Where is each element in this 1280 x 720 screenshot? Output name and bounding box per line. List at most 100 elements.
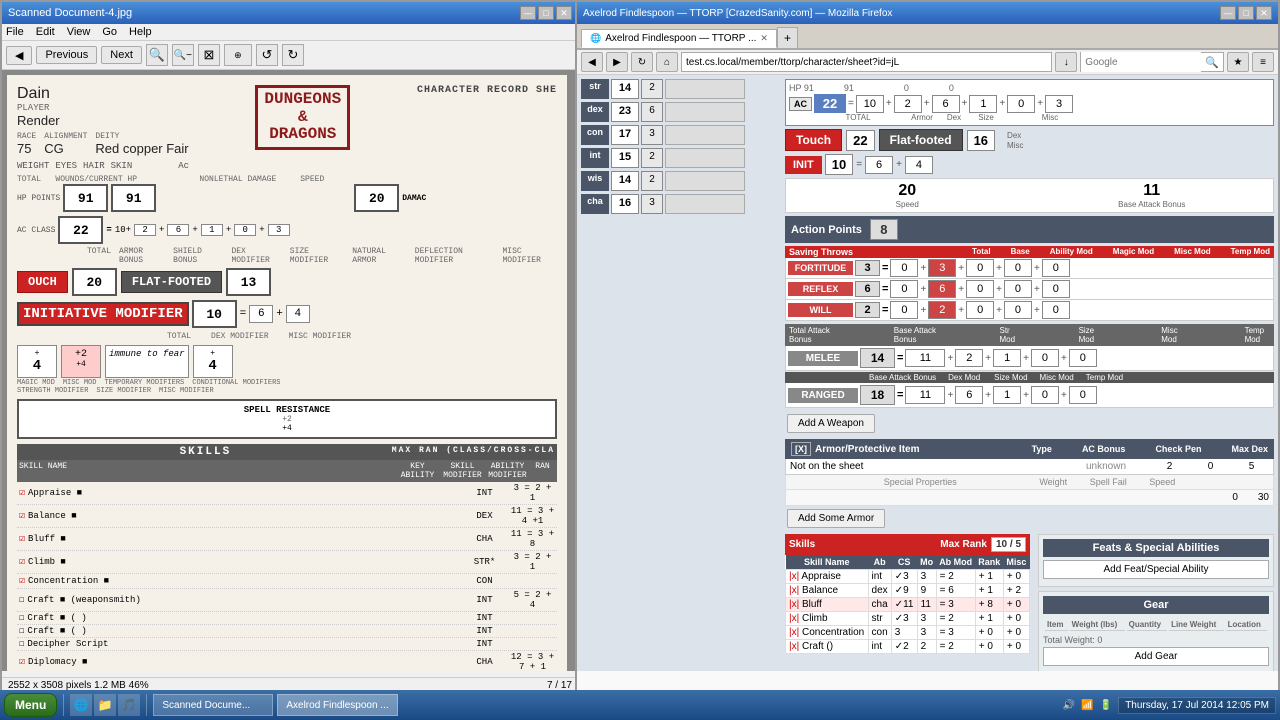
rotate-left-button[interactable]: ↺	[256, 44, 278, 66]
forward-nav-button[interactable]: ▶	[606, 52, 628, 72]
skill-row-concentration: |x| Concentration con 3 3 = 3 + 0 + 0	[786, 626, 1030, 640]
next-button[interactable]: Next	[101, 46, 142, 64]
attack-col-headers: Total Attack Bonus Base Attack Bonus Str…	[785, 324, 1274, 346]
action-points-label: Action Points	[791, 224, 862, 236]
taskbar-firefox[interactable]: Axelrod Findlespoon ...	[277, 694, 397, 716]
minimize-button[interactable]: —	[520, 6, 536, 20]
reload-button[interactable]: ↻	[631, 52, 653, 72]
tab-close-button[interactable]: ✕	[760, 33, 768, 44]
skills-table: Skill Name Ab CS Mo Ab Mod Rank Misc	[785, 555, 1030, 654]
rotate-right-button[interactable]: ↻	[282, 44, 304, 66]
taskbar-scanned-doc[interactable]: Scanned Docume...	[153, 694, 273, 716]
url-bar[interactable]	[681, 52, 1052, 72]
special-properties-row: Special Properties Weight Spell Fail Spe…	[785, 475, 1274, 490]
tab-label: Axelrod Findlespoon — TTORP ...	[605, 33, 756, 44]
init-total: 10	[192, 300, 237, 328]
gear-table: Item Weight (lbs) Quantity Line Weight L…	[1043, 617, 1269, 633]
sheet-content: str 14 2 dex 23 6 con	[577, 75, 1278, 671]
image-viewer-toolbar: ◀ Previous Next 🔍 🔍− ⊠ ⊕ ↺ ↻	[2, 41, 578, 70]
speed-display: 20	[354, 184, 399, 212]
action-points-section: Action Points 8	[785, 216, 1274, 243]
skill-row-appraise: |x| Appraise int ✓3 3 = 2 + 1 + 0	[786, 570, 1030, 584]
skill-bluff: ☑ Bluff ■ CHA 11 = 3 + 8	[17, 528, 557, 551]
dex-score: 23	[611, 102, 639, 122]
action-points-value: 8	[870, 219, 898, 240]
init-dex: 6	[865, 156, 893, 174]
player-label: PLAYER	[17, 103, 189, 113]
media-icon[interactable]: 🎵	[118, 694, 140, 716]
bookmark-button[interactable]: ★	[1227, 52, 1249, 72]
ie-icon[interactable]: 🌐	[70, 694, 92, 716]
prev-button[interactable]: Previous	[36, 46, 97, 64]
active-tab[interactable]: 🌐 Axelrod Findlespoon — TTORP ... ✕	[581, 29, 777, 48]
ff-maximize-button[interactable]: □	[1238, 6, 1254, 20]
ff-menu-button[interactable]: ≡	[1252, 52, 1274, 72]
touch-ff-row: OUCH 20 FLAT-FOOTED 13	[17, 268, 557, 296]
search-input[interactable]	[1081, 52, 1201, 72]
alignment-value: CG	[44, 141, 87, 156]
gear-header: Gear	[1043, 596, 1269, 614]
ac-label: AC	[789, 97, 812, 111]
touch-button: Touch	[785, 129, 842, 151]
network-icon: 📶	[1081, 700, 1093, 711]
str-score: 14	[611, 79, 639, 99]
touch-value: 22	[846, 130, 874, 151]
character-sheet-paper: Dain PLAYER Render RACE 75 ALIGNMENT CG	[7, 75, 567, 671]
menu-view[interactable]: View	[67, 26, 91, 38]
ff-minimize-button[interactable]: —	[1220, 6, 1236, 20]
armor-expand-button[interactable]: [X]	[791, 442, 811, 456]
new-tab-button[interactable]: +	[777, 27, 798, 48]
back-nav-button[interactable]: ◀	[581, 52, 603, 72]
menu-file[interactable]: File	[6, 26, 24, 38]
back-button[interactable]: ◀	[6, 46, 32, 65]
search-icon[interactable]: 🔍	[1201, 56, 1223, 69]
add-armor-button[interactable]: Add Some Armor	[787, 509, 885, 528]
char-name: Dain	[17, 85, 189, 103]
image-viewer-title: Scanned Document-4.jpg	[8, 7, 132, 19]
home-button[interactable]: ⌂	[656, 52, 678, 72]
add-feat-button[interactable]: Add Feat/Special Ability	[1043, 560, 1269, 579]
flat-footed-display: FLAT-FOOTED	[121, 271, 222, 293]
deity-value: Red copper Fair	[95, 141, 188, 156]
folder-icon[interactable]: 📁	[94, 694, 116, 716]
ac-values-row: AC 22 = 10 + 2 + 6 + 1 + 0 +	[789, 94, 1270, 113]
touch-flatfooted-row: Touch 22 Flat-footed 16 Dex Misc	[785, 129, 1274, 151]
init-row: INIT 10 = 6 + 4	[785, 154, 1274, 175]
desktop: Scanned Document-4.jpg — □ ✕ File Edit V…	[0, 0, 1280, 720]
zoom-out-button[interactable]: 🔍−	[172, 44, 194, 66]
zoom-percent-button[interactable]: ⊕	[224, 44, 252, 66]
menu-edit[interactable]: Edit	[36, 26, 55, 38]
zoom-fit-button[interactable]: ⊠	[198, 44, 220, 66]
add-weapon-button[interactable]: Add A Weapon	[787, 414, 875, 433]
sheet-title: CHARACTER RECORD SHE	[417, 85, 557, 96]
tab-bar: 🌐 Axelrod Findlespoon — TTORP ... ✕ +	[577, 24, 1278, 50]
menu-go[interactable]: Go	[102, 26, 117, 38]
search-go-button[interactable]: ↓	[1055, 52, 1077, 72]
skills-col-headers: SKILL NAME KEY ABILITY SKILL MODIFIER AB…	[17, 460, 557, 482]
armor-item-row: Not on the sheet unknown 2 0 5	[785, 459, 1274, 475]
hp-section: TOTAL WOUNDS/CURRENT HP NONLETHAL DAMAGE…	[17, 175, 426, 212]
sheet-header: Dain PLAYER Render RACE 75 ALIGNMENT CG	[17, 85, 557, 156]
speed-value: 20	[789, 182, 1026, 200]
zoom-in-button[interactable]: 🔍	[146, 44, 168, 66]
damage-label: DAMAC	[402, 194, 426, 203]
dnd-logo: DUNGEONS&DRAGONS	[255, 85, 350, 150]
armor-item-type: unknown	[1086, 461, 1146, 472]
bottom-section: Skills Max Rank 10 / 5	[785, 534, 1274, 671]
start-button[interactable]: Menu	[4, 693, 57, 717]
spell-resistance-box: SPELL RESISTANCE +2 +4	[17, 399, 557, 439]
str-row: str 14 2	[581, 79, 781, 99]
maximize-button[interactable]: □	[538, 6, 554, 20]
menu-help[interactable]: Help	[129, 26, 152, 38]
ff-close-button[interactable]: ✕	[1256, 6, 1272, 20]
ac-section: HP 91 91 0 0 AC 22 = 10 + 2 +	[785, 79, 1274, 126]
deity-section: DEITY Red copper Fair	[95, 132, 188, 156]
add-gear-button[interactable]: Add Gear	[1043, 647, 1269, 666]
firefox-titlebar: Axelrod Findlespoon — TTORP [CrazedSanit…	[577, 2, 1278, 24]
touch-value: 20	[72, 268, 117, 296]
close-button[interactable]: ✕	[556, 6, 572, 20]
ranged-col-headers: Base Attack Bonus Dex Mod Size Mod Misc …	[785, 372, 1274, 383]
ac-labels: TOTALARMOR BONUS SHIELD BONUSDEX MODIFIE…	[87, 247, 557, 265]
speed-label: Speed	[789, 200, 1026, 209]
skills-section: SKILLS MAX RAN (CLASS/CROSS-CLA SKILL NA…	[17, 444, 557, 671]
